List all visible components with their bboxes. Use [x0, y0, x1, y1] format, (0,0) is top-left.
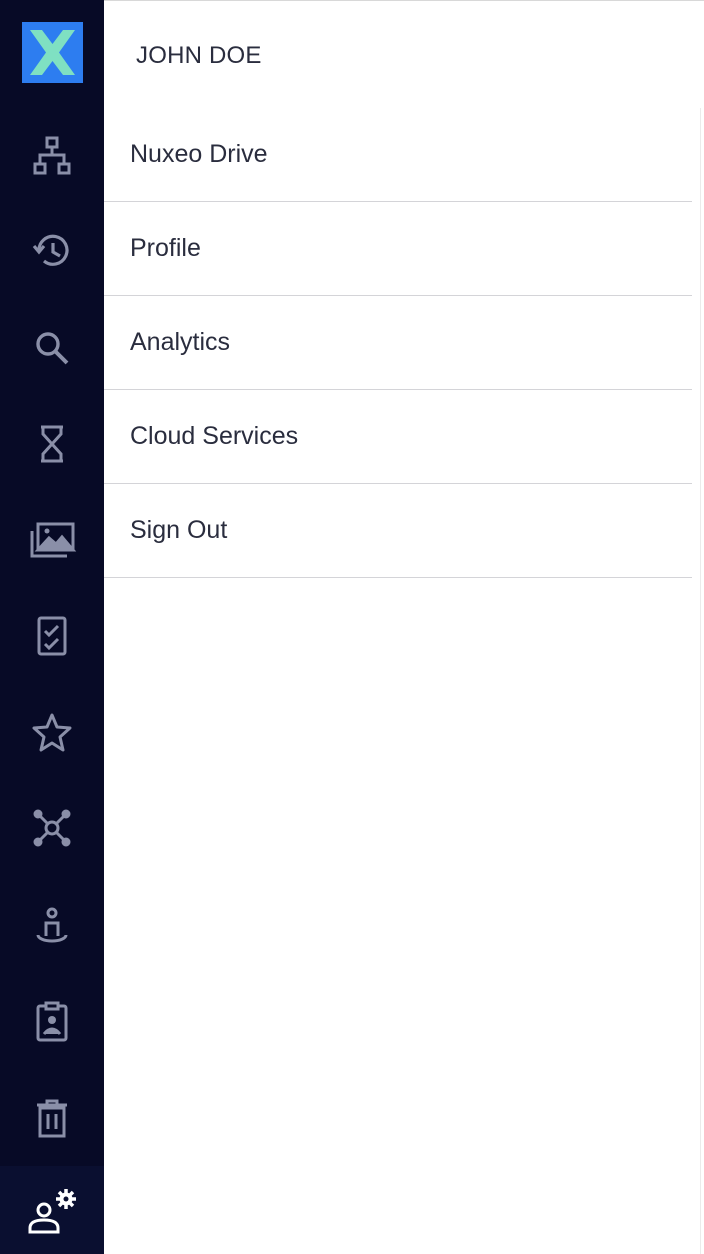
menu-item-analytics[interactable]: Analytics: [104, 296, 692, 390]
collections-icon[interactable]: [22, 510, 82, 570]
menu-item-label: Nuxeo Drive: [130, 140, 268, 168]
personal-workspace-icon[interactable]: [22, 896, 82, 956]
user-name: JOHN DOE: [136, 42, 262, 69]
menu-item-cloud-services[interactable]: Cloud Services: [104, 390, 692, 484]
menu-item-sign-out[interactable]: Sign Out: [104, 484, 692, 578]
user-settings-icon[interactable]: [22, 1182, 82, 1242]
menu-item-label: Analytics: [130, 328, 231, 356]
administration-clipboard-icon[interactable]: [22, 992, 82, 1052]
expired-hourglass-icon[interactable]: [22, 414, 82, 474]
user-menu: Nuxeo Drive Profile Analytics Cloud Serv…: [104, 108, 692, 578]
sidebar: [0, 0, 104, 1254]
search-icon[interactable]: [22, 318, 82, 378]
favorites-star-icon[interactable]: [22, 703, 82, 763]
tasks-icon[interactable]: [22, 606, 82, 666]
nuxeo-logo[interactable]: [22, 22, 83, 83]
menu-item-label: Profile: [130, 234, 201, 262]
divider: [104, 0, 704, 1]
menu-item-nuxeo-drive[interactable]: Nuxeo Drive: [104, 108, 692, 202]
network-icon[interactable]: [22, 798, 82, 858]
history-icon[interactable]: [22, 221, 82, 281]
menu-item-label: Sign Out: [130, 516, 228, 544]
user-menu-panel: JOHN DOE Nuxeo Drive Profile Analytics C…: [104, 0, 704, 1254]
browse-tree-icon[interactable]: [22, 126, 82, 186]
divider: [700, 108, 701, 1254]
sidebar-active-item: [0, 1166, 104, 1254]
trash-icon[interactable]: [22, 1088, 82, 1148]
menu-item-label: Cloud Services: [130, 422, 299, 450]
menu-item-profile[interactable]: Profile: [104, 202, 692, 296]
